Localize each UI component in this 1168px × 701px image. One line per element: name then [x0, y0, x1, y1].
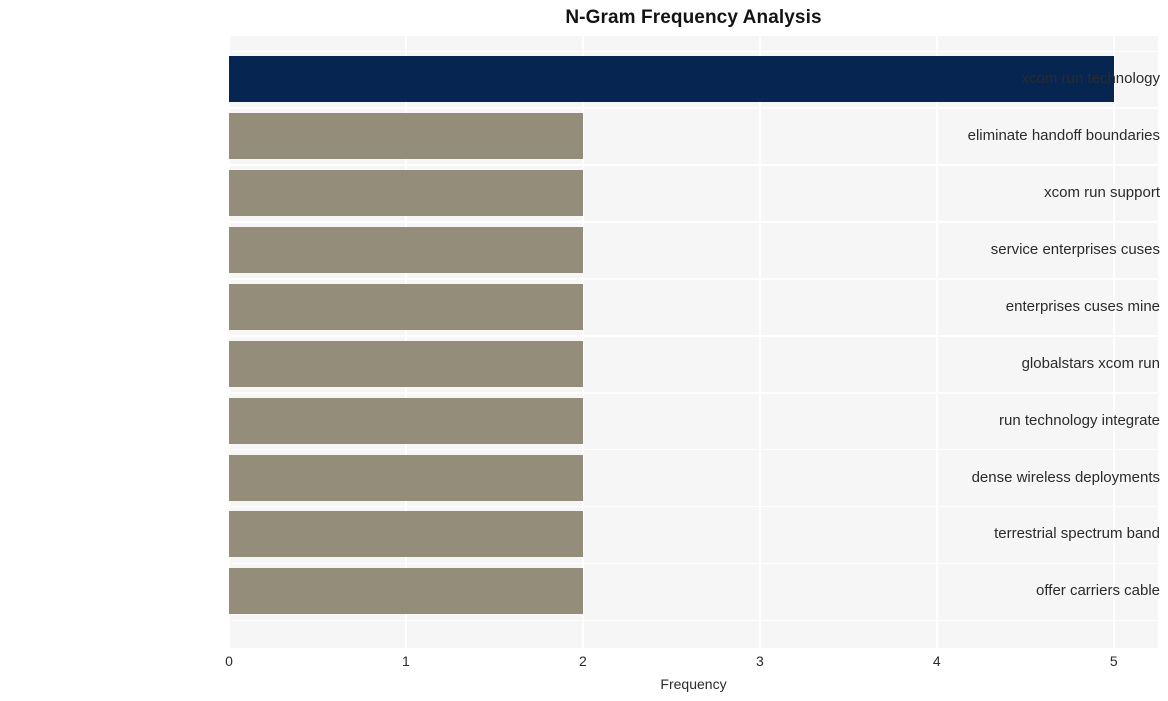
x-axis-tick-label: 3 [755, 653, 764, 669]
x-gridline [759, 36, 761, 648]
y-axis-tick-label: run technology integrate [999, 411, 1160, 429]
y-gridline [229, 392, 1158, 394]
bar [229, 511, 583, 558]
y-axis-tick-label: xcom run support [1044, 183, 1160, 201]
y-gridline [229, 164, 1158, 166]
bar [229, 283, 583, 330]
y-gridline [229, 619, 1158, 622]
bar [229, 226, 583, 273]
y-gridline [229, 50, 1158, 52]
y-axis-tick-label: service enterprises cuses [990, 240, 1160, 258]
y-axis-tick-label: terrestrial spectrum band [994, 525, 1160, 543]
y-axis-tick-label: enterprises cuses mine [1005, 297, 1160, 315]
y-axis-tick-label: dense wireless deployments [971, 468, 1160, 486]
x-axis-tick-label: 1 [402, 653, 410, 669]
chart-title: N-Gram Frequency Analysis [565, 7, 822, 28]
y-axis-tick-label: offer carriers cable [1036, 582, 1160, 600]
y-gridline [229, 107, 1158, 109]
y-axis-tick-label: xcom run technology [1021, 70, 1160, 87]
bar [229, 454, 583, 501]
bar [229, 568, 583, 615]
y-gridline [229, 505, 1158, 508]
x-gridline [936, 36, 938, 648]
x-axis-tick-label: 0 [225, 653, 233, 669]
x-axis-tick-label: 2 [578, 653, 587, 669]
y-axis-tick-label: globalstars xcom run [1021, 354, 1160, 372]
x-axis-tick-label: 5 [1109, 653, 1118, 669]
bar [229, 340, 583, 387]
bar [229, 169, 583, 216]
x-axis-tick-label: 4 [932, 653, 941, 669]
y-gridline [229, 278, 1158, 280]
y-axis-tick-label: eliminate handoff boundaries [967, 126, 1160, 144]
y-gridline [229, 221, 1158, 223]
x-axis-label: Frequency [660, 676, 727, 692]
y-gridline [229, 335, 1158, 337]
bar [229, 397, 583, 444]
chart-figure: N-Gram Frequency Analysis xcom run techn… [0, 0, 1168, 701]
bar [229, 112, 583, 159]
y-gridline [229, 562, 1158, 565]
y-gridline [229, 449, 1158, 451]
